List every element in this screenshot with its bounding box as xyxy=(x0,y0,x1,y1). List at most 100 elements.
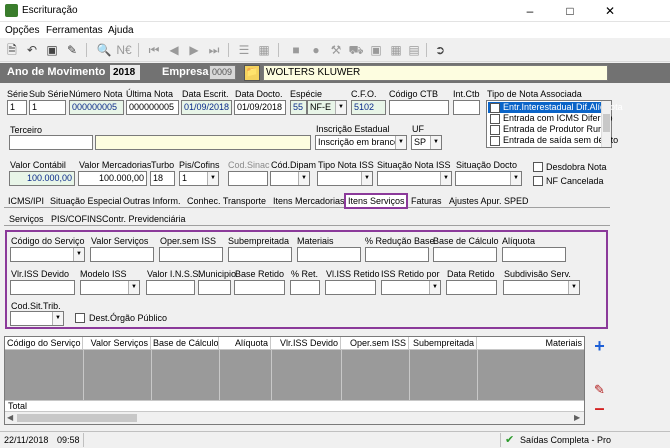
maximize-button[interactable]: □ xyxy=(560,3,580,19)
materiais-input[interactable] xyxy=(297,247,361,262)
situacao-docto-select[interactable]: ▼ xyxy=(455,171,522,186)
cod-dipam-select[interactable]: ▼ xyxy=(270,171,310,186)
open-folder-icon[interactable]: 📁 xyxy=(244,65,260,81)
subserie-input[interactable]: 1 xyxy=(29,100,66,115)
modelo-iss-select[interactable]: ▼ xyxy=(80,280,140,295)
valor-inss-input[interactable] xyxy=(146,280,195,295)
valor-mercadorias-input[interactable]: 100.000,00 xyxy=(78,171,147,186)
cod-sit-trib-select[interactable]: ▼ xyxy=(10,311,64,326)
vl-iss-retido-input[interactable] xyxy=(325,280,376,295)
cod-sinac-input[interactable] xyxy=(228,171,268,186)
grid-header-aliquota[interactable]: Alíquota xyxy=(219,337,271,350)
especie-code-input[interactable]: 55 xyxy=(290,100,307,115)
checkbox[interactable] xyxy=(490,125,500,135)
menu-ajuda[interactable]: Ajuda xyxy=(108,25,134,36)
data-docto-input[interactable]: 01/09/2018 xyxy=(234,100,286,115)
grid-header-oper-sem-iss[interactable]: Oper.sem ISS xyxy=(341,337,409,350)
tools-icon[interactable]: ⚒ xyxy=(328,42,344,58)
tab-situacao-especial[interactable]: Situação Especial xyxy=(50,196,122,206)
checkbox[interactable] xyxy=(490,136,500,146)
tab-conhec-transporte[interactable]: Conhec. Transporte xyxy=(187,196,266,206)
subtab-servicos[interactable]: Serviços xyxy=(9,214,44,224)
numero-nota-input[interactable]: 000000005 xyxy=(69,100,124,115)
codigo-ctb-input[interactable] xyxy=(389,100,449,115)
previous-record-icon[interactable]: ◀ xyxy=(166,42,182,58)
terceiro-name-input[interactable] xyxy=(95,135,311,150)
save-icon[interactable]: ▣ xyxy=(44,42,60,58)
edit-icon[interactable]: ✎ xyxy=(64,42,80,58)
calc-icon[interactable]: ▦ xyxy=(256,42,272,58)
grid-header-materiais[interactable]: Materiais xyxy=(477,337,584,350)
aliquota-input[interactable] xyxy=(502,247,566,262)
uf-select[interactable]: SP ▼ xyxy=(411,135,442,150)
scroll-left-icon[interactable]: ◀ xyxy=(7,413,13,422)
subdivisao-select[interactable]: ▼ xyxy=(503,280,580,295)
data-retido-input[interactable] xyxy=(446,280,497,295)
docs-icon[interactable]: ▤ xyxy=(406,42,422,58)
empresa-code[interactable]: 0009 xyxy=(209,65,236,80)
checkbox[interactable] xyxy=(490,103,500,113)
valor-servicos-input[interactable] xyxy=(90,247,154,262)
new-icon[interactable]: 🗎 xyxy=(4,42,20,58)
municipio-input[interactable] xyxy=(198,280,231,295)
minimize-button[interactable]: – xyxy=(520,3,540,19)
print-preview-icon[interactable]: 🔍 xyxy=(96,42,112,58)
base-calculo-input[interactable] xyxy=(433,247,497,262)
edit-row-icon[interactable]: ✎ xyxy=(591,382,608,399)
turbo-input[interactable]: 18 xyxy=(150,171,175,186)
apple-icon[interactable]: ● xyxy=(308,42,324,58)
subempreitada-input[interactable] xyxy=(228,247,292,262)
ultima-nota-input[interactable]: 000000005 xyxy=(126,100,179,115)
last-record-icon[interactable]: ⏭ xyxy=(206,42,222,58)
tab-faturas[interactable]: Faturas xyxy=(411,196,442,206)
valor-contabil-input[interactable]: 100.000,00 xyxy=(9,171,75,186)
factory-icon[interactable]: ▣ xyxy=(368,42,384,58)
subtab-pis-cofins[interactable]: PIS/COFINS xyxy=(51,214,102,224)
grid-hscrollbar[interactable]: ◀ ▶ xyxy=(5,411,584,424)
tree-icon[interactable]: ☰ xyxy=(236,42,252,58)
first-record-icon[interactable]: ⏮ xyxy=(146,42,162,58)
grid-header-base[interactable]: Base de Cálculo xyxy=(151,337,219,350)
dest-orgao-checkbox[interactable] xyxy=(75,313,85,323)
int-ctb-input[interactable] xyxy=(453,100,480,115)
vlr-iss-devido-input[interactable] xyxy=(10,280,75,295)
tipo-nota-iss-select[interactable]: ▼ xyxy=(317,171,373,186)
grid-header-codigo[interactable]: Código do Serviço xyxy=(5,337,83,350)
reducao-base-input[interactable] xyxy=(365,247,429,262)
servicos-grid[interactable]: Código do Serviço Valor Serviços Base de… xyxy=(4,336,585,425)
tab-outras-inform[interactable]: Outras Inform. xyxy=(123,196,181,206)
desdobra-nota-checkbox[interactable] xyxy=(533,162,543,172)
building-icon[interactable]: ■ xyxy=(288,42,304,58)
pis-cofins-select[interactable]: 1 ▼ xyxy=(179,171,219,186)
add-row-icon[interactable]: + xyxy=(591,337,608,355)
base-retido-input[interactable] xyxy=(234,280,285,295)
tab-itens-mercadorias[interactable]: Itens Mercadorias xyxy=(273,196,345,206)
cfo-input[interactable]: 5102 xyxy=(351,100,386,115)
tab-ajustes-sped[interactable]: Ajustes Apur. SPED xyxy=(449,196,529,206)
exit-icon[interactable]: ➲ xyxy=(432,42,448,58)
menu-ferramentas[interactable]: Ferramentas xyxy=(46,25,103,36)
grid-header-valor[interactable]: Valor Serviços xyxy=(83,337,151,350)
scroll-thumb[interactable] xyxy=(17,414,137,422)
tab-icms-ipi[interactable]: ICMS/IPI xyxy=(8,196,44,206)
iss-retido-por-select[interactable]: ▼ xyxy=(381,280,441,295)
inscricao-select[interactable]: Inscrição em branco ▼ xyxy=(315,135,407,150)
tab-itens-servicos[interactable]: Itens Serviços xyxy=(348,196,405,206)
tipo-nota-list[interactable]: Entr.Interestadual Dif.Alíquota Entrada … xyxy=(486,100,623,148)
codigo-servico-select[interactable]: ▼ xyxy=(10,247,85,262)
menu-opcoes[interactable]: Opções xyxy=(5,25,39,36)
checkbox[interactable] xyxy=(490,114,500,124)
especie-select[interactable]: NF-E ▼ xyxy=(307,100,347,115)
pct-ret-input[interactable] xyxy=(290,280,320,295)
next-record-icon[interactable]: ▶ xyxy=(186,42,202,58)
remove-row-icon[interactable]: – xyxy=(591,399,608,418)
empresa-name[interactable]: WOLTERS KLUWER xyxy=(263,65,608,81)
nf-icon[interactable]: N€ xyxy=(116,42,132,58)
situacao-iss-select[interactable]: ▼ xyxy=(377,171,452,186)
terceiro-code-input[interactable] xyxy=(9,135,93,150)
close-button[interactable]: ✕ xyxy=(600,3,620,19)
list-scrollbar[interactable] xyxy=(601,101,611,147)
undo-icon[interactable]: ↶ xyxy=(24,42,40,58)
scroll-thumb[interactable] xyxy=(603,114,610,132)
truck-icon[interactable]: ⛟ xyxy=(348,42,364,58)
